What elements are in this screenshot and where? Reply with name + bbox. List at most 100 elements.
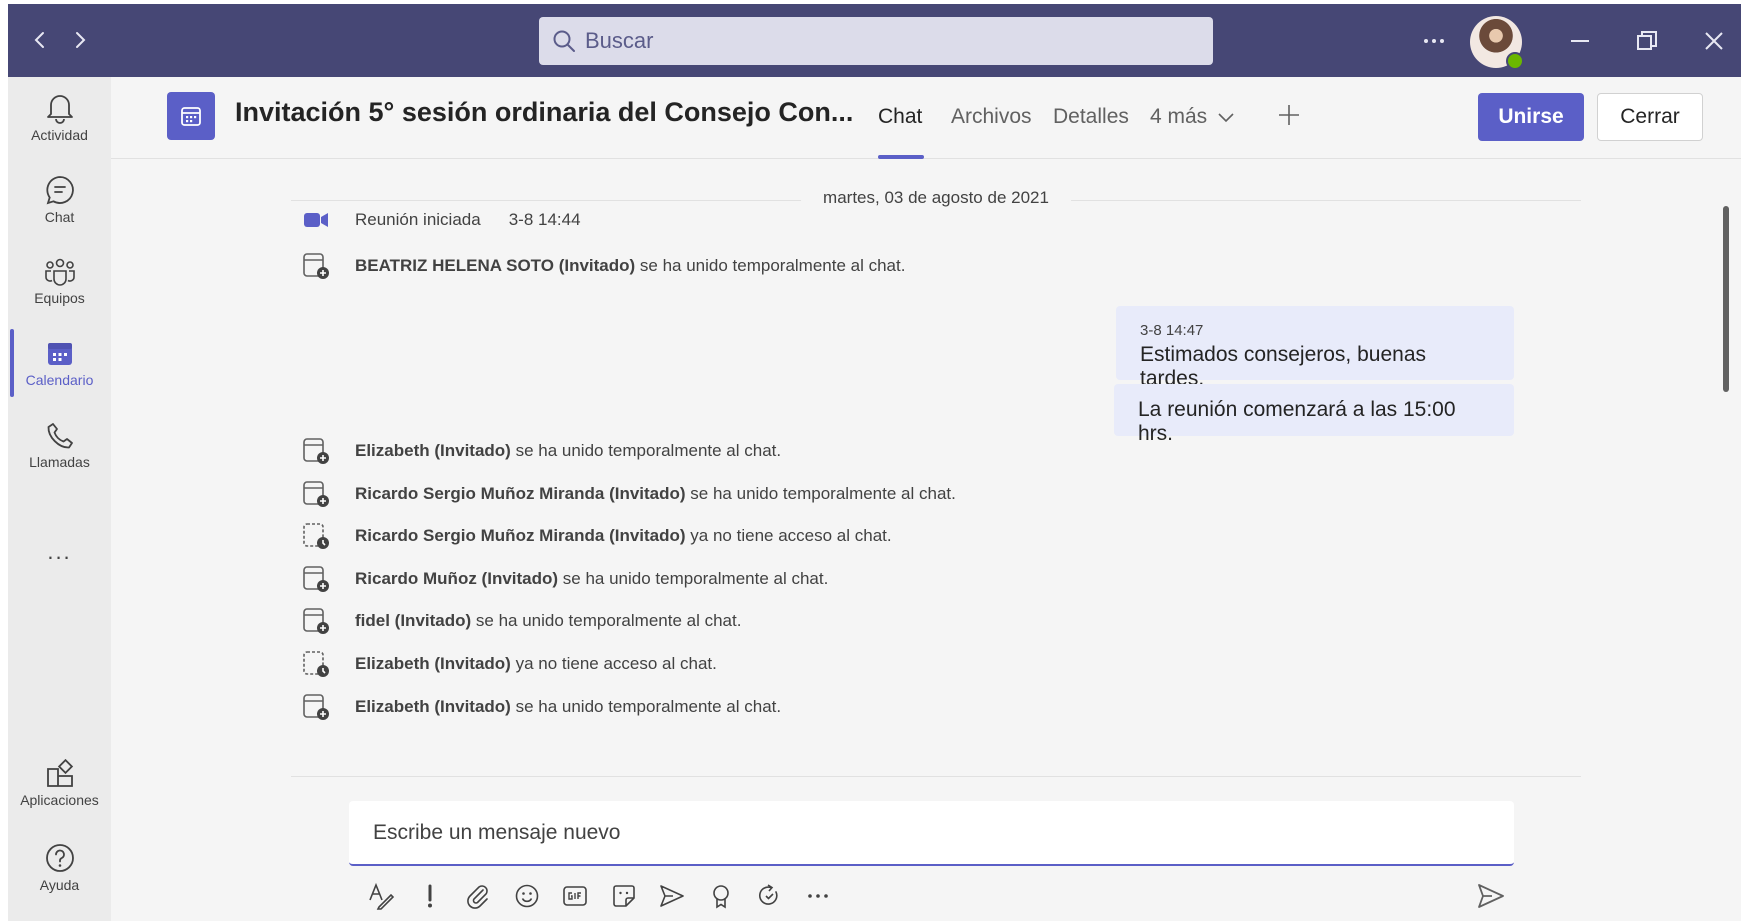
gif-icon [563,886,587,906]
sticker-button[interactable] [609,881,639,911]
chevron-down-icon [1218,113,1234,123]
tab-details[interactable]: Detalles [1053,105,1129,129]
own-message-bubble[interactable]: 3-8 14:47 Estimados consejeros, buenas t… [1116,306,1514,390]
restore-icon [1637,31,1657,50]
event-time: 3-8 14:44 [508,210,581,229]
event-action: ya no tiene acceso al chat. [510,654,717,673]
participant-name: fidel (Invitado) [355,611,472,630]
own-message-bubble[interactable]: La reunión comenzará a las 15:00 hrs. [1114,384,1514,445]
join-chat-icon [303,694,329,720]
meet-now-button[interactable] [657,881,687,911]
join-chat-icon [303,481,329,507]
join-chat-icon [303,566,329,592]
event-action: se ha unido temporalmente al chat. [685,484,956,503]
praise-button[interactable] [706,881,736,911]
participant-name: Ricardo Sergio Muñoz Miranda (Invitado) [355,526,686,545]
forward-button[interactable] [66,26,94,54]
message-time: 3-8 14:47 [1140,322,1204,339]
more-options-button[interactable] [1411,18,1457,64]
join-chat-icon [303,253,329,279]
join-chat-icon [303,608,329,634]
system-event: Ricardo Sergio Muñoz Miranda (Invitado) … [301,477,956,511]
help-icon [45,843,74,872]
phone-icon [47,422,73,448]
event-action: ya no tiene acceso al chat. [685,526,892,545]
chat-header: Invitación 5° sesión ordinaria del Conse… [111,77,1741,159]
rail-item-teams[interactable]: Equipos [8,241,111,321]
minimize-button[interactable] [1557,18,1603,64]
more-horizontal-icon [807,894,828,898]
active-tab-indicator [878,155,924,159]
leave-chat-icon [303,651,329,677]
loop-button[interactable] [754,881,784,911]
chevron-right-icon [76,32,86,48]
apps-icon [46,758,73,787]
badge-icon [712,885,729,909]
bell-icon [46,94,73,124]
search-input[interactable] [585,28,1185,54]
date-label: martes, 03 de agosto de 2021 [801,188,1071,208]
exclamation-icon [427,884,432,908]
meeting-title: Invitación 5° sesión ordinaria del Conse… [235,97,854,127]
plus-icon [1279,105,1299,125]
chat-icon [45,175,74,204]
rail-more-apps-button[interactable]: ... [8,532,111,572]
send-icon [1478,884,1504,908]
rail-label: Llamadas [29,453,90,470]
message-text: La reunión comenzará a las 15:00 hrs. [1138,398,1456,445]
back-button[interactable] [26,26,54,54]
video-camera-icon [304,213,328,227]
more-compose-options-button[interactable] [803,881,833,911]
send-button[interactable] [1473,878,1509,914]
leave-chat-icon [303,523,329,549]
profile-avatar[interactable] [1470,16,1524,70]
tab-chat[interactable]: Chat [878,105,922,129]
message-list: martes, 03 de agosto de 2021 Reunión ini… [111,160,1741,778]
system-event: Elizabeth (Invitado) ya no tiene acceso … [301,647,717,681]
search-box[interactable] [539,17,1213,65]
system-event: Elizabeth (Invitado) se ha unido tempora… [301,434,781,468]
rail-label: Calendario [25,371,94,388]
add-tab-button[interactable] [1277,103,1301,133]
system-event: Ricardo Sergio Muñoz Miranda (Invitado) … [301,519,892,553]
rail-label: Actividad [31,126,88,143]
chevron-left-icon [34,32,44,48]
tab-files[interactable]: Archivos [951,105,1032,129]
event-action: se ha unido temporalmente al chat. [471,611,742,630]
format-button[interactable] [366,881,396,911]
rail-item-calls[interactable]: Llamadas [8,405,111,485]
more-horizontal-icon [1424,39,1444,43]
tab-more[interactable]: 4 más [1150,105,1235,129]
system-event: fidel (Invitado) se ha unido temporalmen… [301,604,741,638]
rail-item-chat[interactable]: Chat [8,159,111,239]
paperclip-icon [467,885,488,909]
system-event: Elizabeth (Invitado) se ha unido tempora… [301,690,781,724]
close-window-button[interactable] [1691,18,1737,64]
emoji-button[interactable] [512,881,542,911]
gif-button[interactable] [560,881,590,911]
meeting-started-event: Reunión iniciada 3-8 14:44 [301,203,581,237]
message-scrollbar[interactable] [1723,206,1729,392]
rail-item-calendar[interactable]: Calendario [8,323,111,403]
compose-toolbar [366,876,851,916]
rail-item-help[interactable]: Ayuda [8,827,111,907]
participant-name: Elizabeth (Invitado) [355,654,511,673]
rail-item-apps[interactable]: Aplicaciones [8,743,111,823]
rail-item-activity[interactable]: Actividad [8,77,111,157]
system-event: Ricardo Muñoz (Invitado) se ha unido tem… [301,562,828,596]
compose-box[interactable] [349,801,1514,866]
event-action: se ha unido temporalmente al chat. [558,569,829,588]
maximize-button[interactable] [1624,18,1670,64]
presence-available-badge [1506,52,1524,70]
message-input[interactable] [349,801,1514,864]
tab-more-label: 4 más [1150,105,1208,128]
app-rail: Actividad Chat Equipos Calendario Llamad… [8,77,111,921]
join-meeting-button[interactable]: Unirse [1478,93,1584,141]
calendar-icon [47,342,72,365]
important-button[interactable] [415,881,445,911]
rail-label: Equipos [34,289,85,306]
attach-button[interactable] [463,881,493,911]
format-icon [369,882,395,910]
close-button[interactable]: Cerrar [1597,93,1703,141]
teams-icon [44,258,75,286]
